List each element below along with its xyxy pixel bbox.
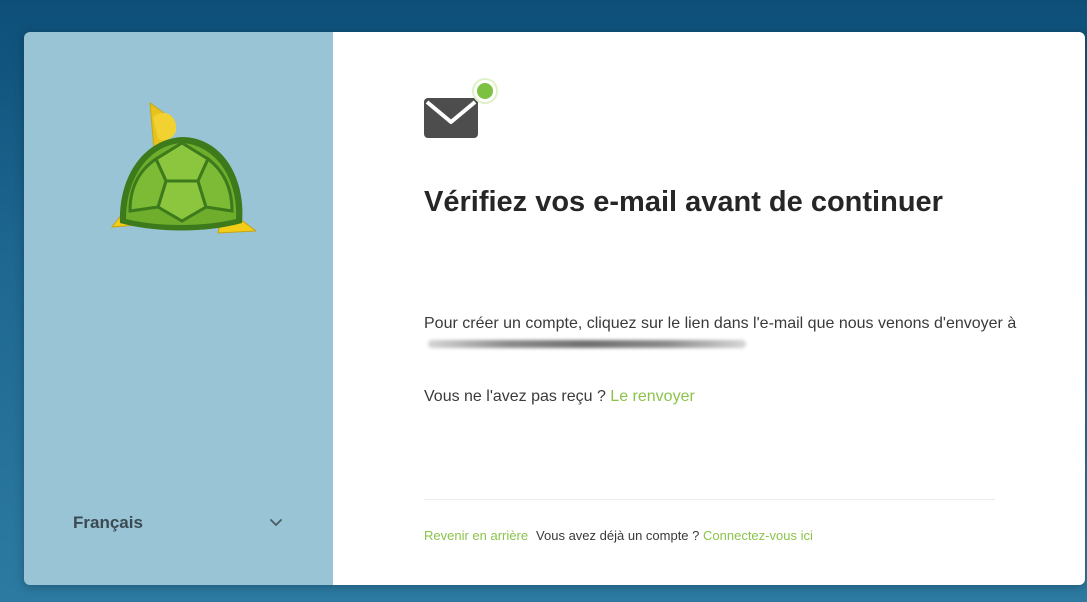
back-link[interactable]: Revenir en arrière	[424, 528, 528, 543]
notification-dot-icon	[477, 83, 493, 99]
mail-icon	[423, 76, 503, 142]
language-label: Français	[73, 513, 143, 532]
not-received-text: Vous ne l'avez pas reçu ?	[424, 388, 606, 405]
chevron-down-icon[interactable]	[269, 516, 283, 530]
redacted-email	[428, 339, 746, 348]
turtle-logo	[106, 99, 258, 249]
verification-message-text: Pour créer un compte, cliquez sur le lie…	[424, 315, 1017, 332]
footer-links: Revenir en arrière Vous avez déjà un comp…	[424, 528, 813, 543]
resend-line: Vous ne l'avez pas reçu ? Le renvoyer	[424, 388, 695, 406]
signup-card: Français Vérifiez vos e-mail avant de co…	[24, 32, 1085, 585]
login-link[interactable]: Connectez-vous ici	[703, 528, 813, 543]
main-panel: Vérifiez vos e-mail avant de continuer P…	[333, 32, 1085, 585]
page-title: Vérifiez vos e-mail avant de continuer	[424, 186, 943, 218]
resend-link[interactable]: Le renvoyer	[610, 388, 695, 405]
divider	[424, 499, 995, 500]
have-account-text: Vous avez déjà un compte ?	[536, 528, 700, 543]
sidebar: Français	[24, 32, 333, 585]
verification-message: Pour créer un compte, cliquez sur le lie…	[424, 314, 1024, 354]
language-selector[interactable]: Français	[73, 508, 283, 538]
